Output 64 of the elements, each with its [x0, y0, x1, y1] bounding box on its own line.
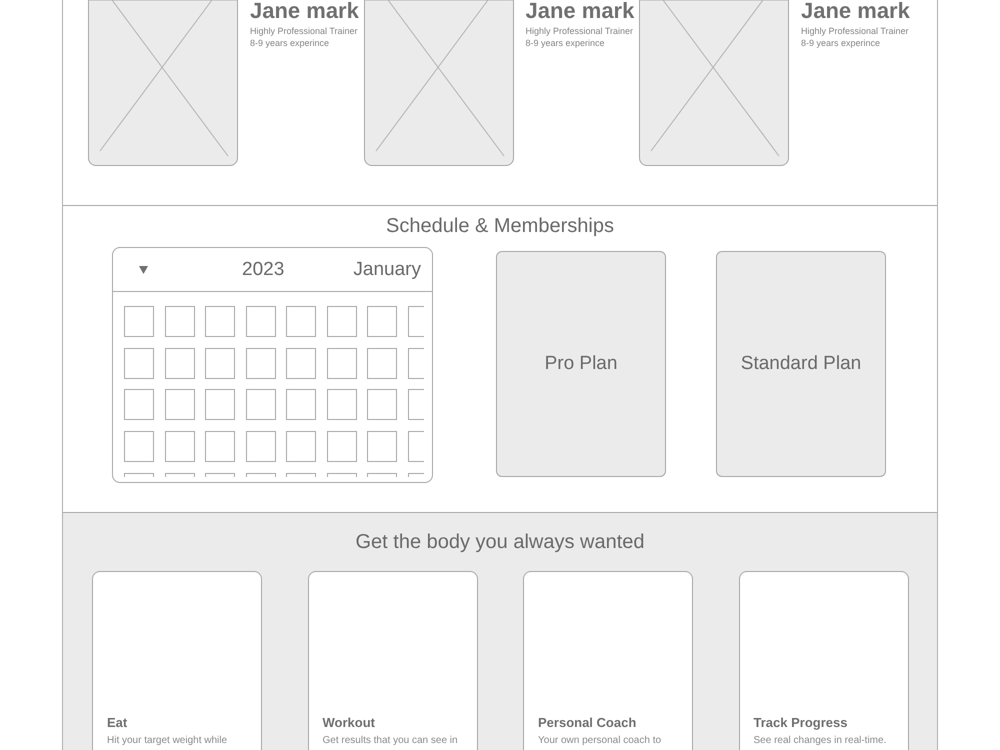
day-cell[interactable]: [124, 348, 154, 379]
day-cell[interactable]: [367, 306, 397, 337]
day-cell[interactable]: [408, 348, 424, 379]
day-cell[interactable]: [326, 472, 356, 477]
day-cell[interactable]: [246, 348, 276, 379]
day-cell[interactable]: [205, 389, 235, 420]
day-cell[interactable]: [367, 431, 397, 462]
day-cell[interactable]: [408, 389, 424, 420]
section-title: Schedule & Memberships: [386, 214, 614, 238]
trainer-title: Highly Professional Trainer: [526, 25, 634, 37]
month-label: January: [353, 258, 421, 282]
day-cell[interactable]: [367, 472, 397, 477]
day-cell[interactable]: [124, 472, 154, 477]
caret-icon[interactable]: [138, 266, 148, 274]
day-cell[interactable]: [286, 472, 316, 477]
feature-title: Track Progress: [754, 715, 848, 731]
day-cell[interactable]: [326, 389, 356, 420]
day-cell[interactable]: [246, 431, 276, 462]
day-cell[interactable]: [124, 431, 154, 462]
day-cell[interactable]: [164, 472, 194, 477]
day-cell[interactable]: [124, 389, 154, 420]
day-cell[interactable]: [326, 431, 356, 462]
trainer-name: Jane mark: [526, 0, 634, 22]
day-cell[interactable]: [408, 306, 424, 337]
trainer-experience: 8-9 years experince: [526, 37, 606, 49]
day-cell[interactable]: [124, 306, 154, 337]
day-cell[interactable]: [205, 306, 235, 337]
trainer-title: Highly Professional Trainer: [801, 25, 910, 37]
plan-card[interactable]: Pro Plan: [496, 251, 666, 477]
trainer-experience: 8-9 years experince: [801, 37, 882, 49]
feature-description: Get results that you can see in: [322, 734, 459, 747]
day-cell[interactable]: [286, 348, 316, 379]
day-cell[interactable]: [164, 306, 194, 337]
day-cell[interactable]: [246, 472, 276, 477]
trainer-name: Jane mark: [801, 0, 910, 22]
trainer-experience: 8-9 years experince: [250, 37, 330, 49]
day-cell[interactable]: [286, 306, 316, 337]
section-title: Get the body you always wanted: [355, 530, 645, 554]
plan-card[interactable]: Standard Plan: [716, 251, 886, 477]
feature-title: Eat: [107, 715, 128, 731]
day-cell[interactable]: [205, 348, 235, 379]
day-cell[interactable]: [408, 431, 424, 462]
feature-title: Workout: [322, 715, 376, 731]
trainer-title: Highly Professional Trainer: [250, 25, 359, 37]
day-cell[interactable]: [164, 389, 194, 420]
feature-title: Personal Coach: [538, 715, 638, 731]
day-cell[interactable]: [164, 348, 194, 379]
trainer-name: Jane mark: [250, 0, 359, 22]
day-cell[interactable]: [286, 389, 316, 420]
day-cell[interactable]: [164, 431, 194, 462]
day-cell[interactable]: [367, 389, 397, 420]
feature-description: See real changes in real-time.: [754, 734, 888, 747]
day-cell[interactable]: [205, 472, 235, 477]
day-cell[interactable]: [205, 431, 235, 462]
day-cell[interactable]: [326, 348, 356, 379]
day-cell[interactable]: [408, 472, 424, 477]
day-cell[interactable]: [367, 348, 397, 379]
feature-description: Your own personal coach to: [538, 734, 662, 747]
day-cell[interactable]: [246, 389, 276, 420]
day-cell[interactable]: [326, 306, 356, 337]
year-label: 2023: [242, 258, 284, 282]
day-cell[interactable]: [286, 431, 316, 462]
feature-description: Hit your target weight while: [107, 734, 228, 747]
day-cell[interactable]: [246, 306, 276, 337]
